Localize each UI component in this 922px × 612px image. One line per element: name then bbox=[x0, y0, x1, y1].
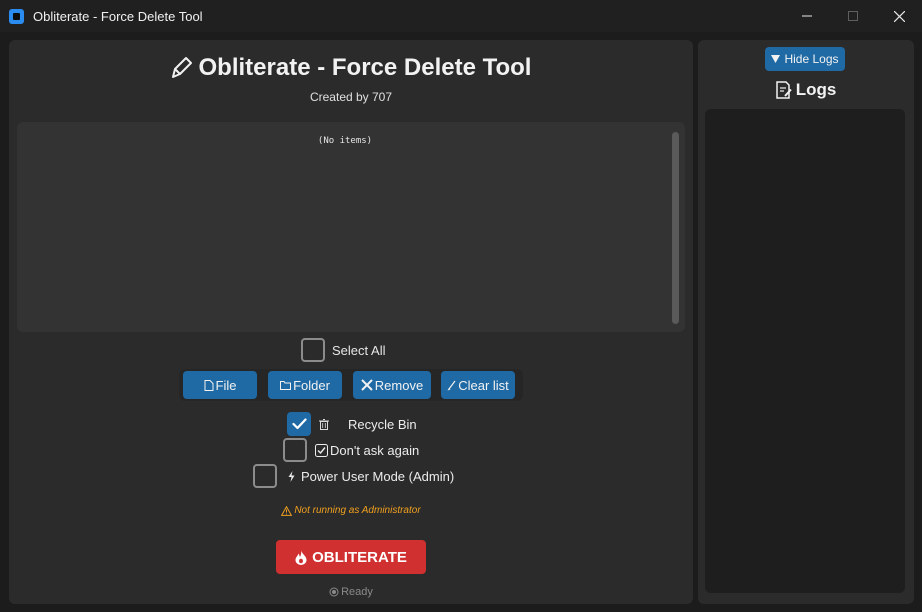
logs-title: Logs bbox=[698, 80, 914, 100]
recycle-bin-label: Recycle Bin bbox=[348, 416, 417, 432]
checkbox-icon bbox=[315, 443, 328, 457]
triangle-down-icon bbox=[771, 55, 781, 63]
clear-list-label: Clear list bbox=[458, 377, 509, 393]
add-folder-button[interactable]: Folder bbox=[268, 371, 342, 399]
item-list[interactable]: (No items) bbox=[17, 122, 685, 332]
obliterate-label: OBLITERATE bbox=[312, 548, 407, 566]
fire-icon bbox=[295, 550, 307, 565]
close-button[interactable] bbox=[876, 0, 922, 32]
trash-icon bbox=[319, 418, 329, 430]
page-title-text: Obliterate - Force Delete Tool bbox=[198, 54, 532, 81]
minimize-icon bbox=[802, 15, 812, 17]
add-file-label: File bbox=[215, 377, 237, 393]
lightning-icon bbox=[288, 470, 295, 482]
maximize-icon bbox=[848, 11, 858, 21]
hide-logs-label: Hide Logs bbox=[784, 52, 839, 66]
checkmark-icon bbox=[291, 418, 307, 430]
clear-list-button[interactable]: Clear list bbox=[441, 371, 515, 399]
add-folder-label: Folder bbox=[293, 377, 330, 393]
add-file-button[interactable]: File bbox=[183, 371, 257, 399]
dont-ask-label: Don't ask again bbox=[330, 442, 420, 458]
hide-logs-button[interactable]: Hide Logs bbox=[765, 47, 845, 71]
remove-button[interactable]: Remove bbox=[353, 371, 431, 399]
status-bar: Ready bbox=[9, 586, 693, 598]
status-circle-icon bbox=[329, 587, 339, 597]
minimize-button[interactable] bbox=[784, 0, 830, 32]
close-icon bbox=[893, 10, 905, 22]
title-bar: Obliterate - Force Delete Tool bbox=[0, 0, 922, 32]
document-edit-icon bbox=[775, 81, 792, 99]
admin-warning-text: Not running as Administrator bbox=[294, 505, 421, 516]
maximize-button[interactable] bbox=[830, 0, 876, 32]
list-scrollbar[interactable] bbox=[672, 132, 679, 324]
select-all-checkbox[interactable] bbox=[301, 338, 325, 362]
select-all-row[interactable]: Select All bbox=[301, 338, 385, 362]
folder-icon bbox=[280, 381, 292, 390]
window-title: Obliterate - Force Delete Tool bbox=[33, 8, 203, 24]
recycle-bin-checkbox[interactable] bbox=[287, 412, 311, 436]
window-controls bbox=[784, 0, 922, 32]
dont-ask-option[interactable]: Don't ask again bbox=[283, 438, 419, 462]
power-user-option[interactable]: Power User Mode (Admin) bbox=[253, 464, 454, 488]
admin-warning: Not running as Administrator bbox=[9, 505, 693, 516]
app-icon bbox=[9, 8, 24, 24]
action-toolbar: File Folder Remove Clear list bbox=[179, 369, 523, 401]
warning-icon bbox=[281, 505, 293, 516]
close-x-icon bbox=[361, 379, 373, 391]
logs-title-text: Logs bbox=[795, 80, 837, 99]
file-icon bbox=[204, 379, 214, 391]
select-all-label: Select All bbox=[332, 342, 386, 358]
page-subtitle: Created by 707 bbox=[309, 90, 393, 104]
logs-textbox[interactable] bbox=[705, 109, 905, 593]
recycle-bin-option[interactable]: Recycle Bin bbox=[287, 412, 417, 436]
broom-icon bbox=[447, 380, 456, 390]
power-user-label: Power User Mode (Admin) bbox=[301, 468, 455, 484]
dont-ask-checkbox[interactable] bbox=[283, 438, 307, 462]
power-user-checkbox[interactable] bbox=[253, 464, 277, 488]
status-text: Ready bbox=[341, 586, 373, 598]
main-panel: Obliterate - Force Delete Tool Created b… bbox=[9, 40, 693, 604]
remove-label: Remove bbox=[374, 377, 424, 393]
page-title: Obliterate - Force Delete Tool bbox=[9, 54, 693, 82]
brush-icon bbox=[171, 57, 192, 78]
obliterate-button[interactable]: OBLITERATE bbox=[276, 540, 426, 574]
empty-list-text: (No items) bbox=[317, 136, 373, 146]
logs-panel: Hide Logs Logs bbox=[698, 40, 914, 604]
